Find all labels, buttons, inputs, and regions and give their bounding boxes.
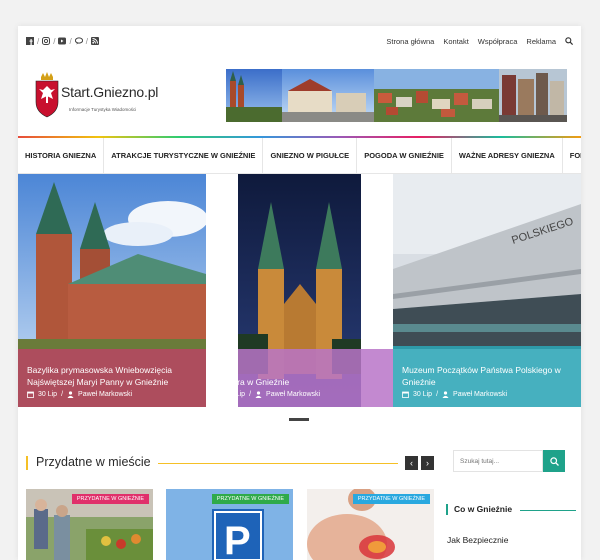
slide-basilica[interactable]: Bazylika prymasowska Wniebowzięcia Najśw… [18, 174, 206, 407]
meta-separator: / [249, 391, 252, 398]
calendar-icon [215, 391, 222, 398]
slide-caption: Muzeum Początków Państwa Polskiego w Gni… [393, 358, 581, 407]
featured-slider: Bazylika prymasowska Wniebowzięcia Najśw… [18, 174, 581, 407]
widget-header: Co w Gnieźnie [446, 502, 576, 518]
useful-section-header: Przydatne w mieście ‹ › [26, 454, 434, 472]
slide-author[interactable]: Paweł Markowski [453, 391, 507, 398]
nav-item-weather[interactable]: POGODA W GNIEŹNIE [357, 137, 452, 174]
section-title: Przydatne w mieście [36, 455, 151, 469]
rss-icon[interactable] [90, 37, 99, 45]
search-button[interactable] [543, 450, 565, 472]
top-nav: Strona główna Kontakt Współpraca Reklama [386, 37, 573, 46]
page: / / / / Strona główna Kontakt Współpraca… [18, 26, 581, 560]
nav-item-gniezno-in-brief[interactable]: GNIEZNO W PIGUŁCE [263, 137, 358, 174]
meta-separator: / [61, 391, 64, 398]
instagram-icon[interactable] [42, 37, 51, 45]
slide-author[interactable]: Paweł Markowski [266, 391, 320, 398]
slide-caption: Katedra w Gnieźnie 30 Lip / Paweł Markow… [206, 370, 393, 407]
slide-caption: Bazylika prymasowska Wniebowzięcia Najśw… [18, 358, 206, 407]
slide-cathedral[interactable]: Katedra w Gnieźnie 30 Lip / Paweł Markow… [206, 174, 393, 407]
site-title: Start.Gniezno.pl [61, 84, 159, 100]
top-bar: / / / / Strona główna Kontakt Współpraca… [18, 26, 581, 56]
slide-meta: 30 Lip / Paweł Markowski [402, 391, 572, 398]
nav-item-attractions[interactable]: ATRAKCJE TURYSTYCZNE W GNIEŹNIE [104, 137, 264, 174]
widget-divider [520, 510, 576, 511]
carousel-prev-button[interactable]: ‹ [405, 456, 418, 470]
topnav-ads-link[interactable]: Reklama [526, 37, 556, 46]
user-icon [442, 391, 449, 398]
calendar-icon [27, 391, 34, 398]
main-nav: HISTORIA GNIEZNA ATRAKCJE TURYSTYCZNE W … [18, 136, 581, 174]
slide-date: 30 Lip [413, 391, 433, 398]
section-accent-bar [26, 456, 28, 470]
user-icon [67, 391, 74, 398]
category-badge[interactable]: PRZYDATNE W GNIEŹNIE [71, 494, 149, 504]
slide-title[interactable]: Muzeum Początków Państwa Polskiego w Gni… [402, 364, 572, 388]
widget-title: Co w Gnieźnie [454, 504, 513, 514]
calendar-icon [402, 391, 409, 398]
nav-item-addresses[interactable]: WAŻNE ADRESY GNIEZNA [452, 137, 563, 174]
category-badge[interactable]: PRZYDATNE W GNIEŹNIE [211, 494, 289, 504]
slide-title[interactable]: Katedra w Gnieźnie [215, 376, 384, 388]
meta-separator: / [436, 391, 439, 398]
crest-icon [35, 72, 59, 118]
card-parking[interactable]: P PRZYDATNE W GNIEŹNIE [166, 489, 293, 560]
header-banner-image [226, 69, 567, 122]
social-icons: / / / / [26, 37, 99, 46]
site-header: Start.Gniezno.pl Informacje Turystyka Wi… [18, 56, 581, 136]
social-separator: / [53, 36, 56, 46]
site-logo[interactable]: Start.Gniezno.pl Informacje Turystyka Wi… [34, 72, 174, 122]
nav-color-strip [18, 136, 581, 138]
search-icon [549, 456, 559, 466]
social-separator: / [69, 36, 72, 46]
social-separator: / [37, 36, 40, 46]
user-icon [255, 391, 262, 398]
chat-icon[interactable] [74, 37, 83, 45]
topnav-cooperation-link[interactable]: Współpraca [478, 37, 518, 46]
topnav-home-link[interactable]: Strona główna [386, 37, 434, 46]
section-divider [158, 463, 398, 464]
slide-date: 30 Lip [226, 391, 246, 398]
topnav-contact-link[interactable]: Kontakt [443, 37, 468, 46]
slide-author[interactable]: Paweł Markowski [78, 391, 132, 398]
social-separator: / [85, 36, 88, 46]
card-health[interactable]: PRZYDATNE W GNIEŹNIE [307, 489, 434, 560]
search-input[interactable] [453, 450, 543, 472]
facebook-icon[interactable] [26, 37, 34, 45]
carousel-next-button[interactable]: › [421, 456, 434, 470]
slide-title[interactable]: Bazylika prymasowska Wniebowzięcia Najśw… [27, 364, 197, 388]
site-subtitle: Informacje Turystyka Wiadomości [69, 107, 137, 112]
nav-item-history[interactable]: HISTORIA GNIEZNA [18, 137, 105, 174]
card-market[interactable]: PRZYDATNE W GNIEŹNIE [26, 489, 153, 560]
slide-date: 30 Lip [38, 391, 58, 398]
svg-text:P: P [224, 519, 251, 560]
search-icon[interactable] [565, 37, 573, 45]
slide-meta: 30 Lip / Paweł Markowski [215, 391, 384, 398]
widget-link[interactable]: Jak Bezpiecznie [447, 535, 508, 545]
widget-accent-bar [446, 504, 448, 515]
youtube-icon[interactable] [58, 37, 67, 45]
slide-meta: 30 Lip / Paweł Markowski [27, 391, 197, 398]
category-badge[interactable]: PRZYDATNE W GNIEŹNIE [352, 494, 430, 504]
sidebar-search [453, 450, 565, 472]
nav-item-forum[interactable]: FORUM DYSKUSYJNE [563, 138, 581, 174]
slide-museum[interactable]: POLSKIEGO Muzeum Początków Państwa Polsk… [393, 174, 581, 407]
slider-pagination-dot[interactable] [289, 418, 309, 421]
